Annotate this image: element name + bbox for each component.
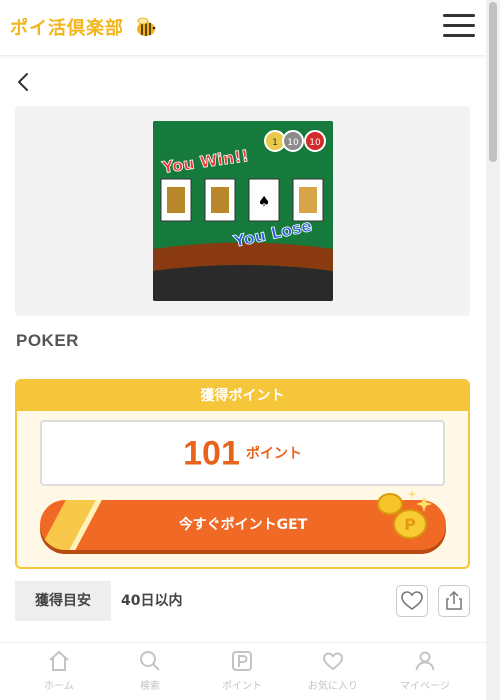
bee-icon [137,17,156,36]
nav-item-search[interactable]: 検索 [110,649,190,692]
points-unit: ポイント [245,445,302,462]
share-icon [446,590,462,610]
nav-item-home[interactable]: ホーム [19,649,99,692]
point-p-icon [232,651,252,671]
user-icon [415,651,435,671]
get-points-button-label: 今すぐポイントGET [178,517,308,533]
nav-label: ポイント [222,681,262,692]
game-thumbnail: 1 10 10 You Win!! ♠ You Lose [153,121,333,301]
search-icon [140,651,160,671]
logo-text: ポイ活倶楽部 [10,18,124,39]
game-image-panel: 1 10 10 You Win!! ♠ You Lose [15,106,470,316]
bottom-nav: ホーム 検索 ポイント お気に入り マイページ [0,642,486,700]
scrollbar-thumb[interactable] [489,2,497,162]
chips-icon: 1 10 10 [264,130,326,152]
hamburger-menu-icon[interactable] [443,14,475,40]
estimate-label: 獲得目安 [15,581,111,621]
nav-item-points[interactable]: ポイント [202,649,282,692]
site-header: ポイ活倶楽部 [0,0,486,56]
nav-item-favorites[interactable]: お気に入り [293,649,373,692]
nav-item-mypage[interactable]: マイページ [385,649,465,692]
coin-icon: P [377,490,432,539]
game-title: POKER [16,331,79,350]
svg-text:♠: ♠ [258,194,271,210]
chip-label: 10 [287,138,299,148]
nav-label: 検索 [140,681,160,692]
nav-label: マイページ [400,681,450,692]
nav-label: ホーム [44,681,74,692]
share-button[interactable] [438,585,470,617]
favorite-button[interactable] [396,585,428,617]
chip-label: 1 [272,138,278,148]
nav-label: お気に入り [308,681,358,692]
estimate-value: 40日以内 [121,593,183,609]
heart-icon [401,591,423,610]
scrollbar[interactable] [486,0,500,700]
points-heading: 獲得ポイント [17,381,468,411]
heart-icon [322,652,344,671]
points-value-box: 101 ポイント [40,420,445,486]
chip-label: 10 [309,138,321,148]
site-logo[interactable]: ポイ活倶楽部 [10,14,157,40]
back-arrow-icon[interactable] [14,70,34,94]
home-icon [49,650,69,671]
svg-text:P: P [404,515,416,534]
points-number: 101 [183,434,240,473]
